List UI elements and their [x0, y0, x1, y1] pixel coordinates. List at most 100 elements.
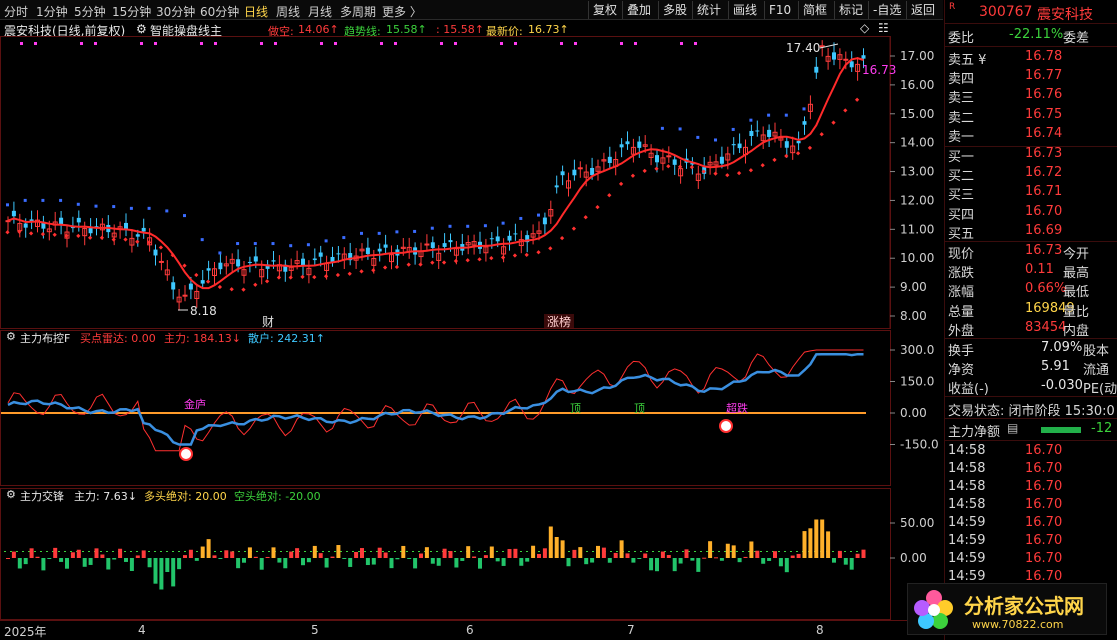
- panel3-chart[interactable]: 50.00 0.00: [0, 488, 943, 620]
- dotted-guide: [520, 551, 522, 552]
- volume-bar: [596, 545, 600, 558]
- dotted-guide: [430, 551, 432, 552]
- period-daily[interactable]: 日线: [244, 3, 268, 20]
- volume-bar: [572, 549, 577, 558]
- back-button[interactable]: 返回: [906, 1, 939, 19]
- resistance-dot: [377, 231, 381, 235]
- panel2-chart[interactable]: 300.0 150.0 0.00 -150.0 金庐 顶 顶 超跌: [0, 330, 943, 486]
- resistance-dot: [59, 198, 63, 202]
- period-1min[interactable]: 1分钟: [36, 3, 68, 20]
- x-tick: 2025年: [4, 625, 47, 639]
- period-60min[interactable]: 60分钟: [200, 3, 239, 20]
- multi-stock-button[interactable]: 多股: [658, 1, 691, 19]
- simple-frame-button[interactable]: 简框: [798, 1, 831, 19]
- dotted-guide: [778, 551, 780, 552]
- dotted-guide: [280, 551, 282, 552]
- support-dot: [772, 157, 777, 163]
- list-icon[interactable]: ▤: [1007, 421, 1018, 435]
- volume-bar: [289, 551, 294, 558]
- volume-bar: [495, 558, 500, 562]
- support-dot: [40, 232, 46, 237]
- dotted-guide: [304, 551, 306, 552]
- volume-bar: [448, 551, 453, 558]
- dotted-guide: [676, 551, 678, 552]
- candle-body: [377, 248, 382, 252]
- dotted-guide: [136, 551, 138, 552]
- draw-line-button[interactable]: 画线: [728, 1, 761, 19]
- dotted-guide: [166, 551, 168, 552]
- volume-bar: [855, 553, 860, 558]
- stats-row: 外盘 83454 内盘: [948, 319, 1090, 339]
- volume-bar: [601, 547, 606, 558]
- volume-bar: [100, 554, 105, 558]
- stats-button[interactable]: 统计: [692, 1, 725, 19]
- volume-bar: [537, 553, 541, 558]
- support-dot: [489, 255, 494, 261]
- dotted-guide: [454, 551, 456, 552]
- self-select-button[interactable]: -自选: [868, 1, 905, 19]
- period-15min[interactable]: 15分钟: [112, 3, 151, 20]
- volume-bar: [336, 545, 341, 558]
- volume-bar: [35, 556, 40, 558]
- gear-icon[interactable]: ⚙: [136, 22, 147, 36]
- y-tick-label: 8.00: [900, 309, 927, 323]
- period-5min[interactable]: 5分钟: [74, 3, 106, 20]
- volume-bar: [301, 558, 305, 566]
- period-multi[interactable]: 多周期: [340, 3, 376, 20]
- support-dot: [819, 132, 824, 137]
- support-dot: [406, 262, 411, 267]
- volume-bar: [619, 540, 624, 558]
- period-30min[interactable]: 30分钟: [156, 3, 195, 20]
- dotted-guide: [4, 551, 6, 552]
- candle-body: [188, 283, 193, 290]
- candle-body: [424, 243, 430, 246]
- top-marker-dot: [20, 42, 23, 45]
- period-monthly[interactable]: 月线: [308, 3, 332, 20]
- candle-body: [236, 259, 241, 267]
- dotted-guide: [568, 551, 570, 552]
- y-tick-label: 14.00: [900, 136, 934, 150]
- top-marker-dot: [214, 42, 217, 45]
- resistance-dot: [218, 251, 222, 255]
- volume-bar: [460, 558, 465, 561]
- candle-body: [11, 210, 16, 217]
- overlay-button[interactable]: 叠加: [622, 1, 655, 19]
- volume-bar: [354, 551, 359, 558]
- volume-bar: [560, 540, 565, 558]
- support-dot: [477, 257, 482, 262]
- dotted-guide: [322, 551, 324, 552]
- dotted-guide: [388, 551, 390, 552]
- support-dot: [807, 145, 813, 150]
- dotted-guide: [766, 551, 768, 552]
- dotted-guide: [358, 551, 360, 552]
- dotted-guide: [586, 551, 588, 552]
- period-weekly[interactable]: 周线: [276, 3, 300, 20]
- f10-button[interactable]: F10: [764, 1, 795, 19]
- resistance-dot: [165, 209, 169, 213]
- support-dot: [300, 274, 305, 280]
- kline-chart[interactable]: 17.00 16.00 15.00 14.00 13.00 12.00 11.00 10.00…: [0, 36, 943, 329]
- candle-body: [737, 143, 742, 149]
- top-marker-dot: [394, 42, 397, 45]
- volume-bar: [236, 558, 241, 569]
- net-amount-row[interactable]: 主力净额 ▤ -12: [945, 421, 1117, 440]
- bids-row: 买五 16.69: [948, 222, 1063, 242]
- dotted-guide: [712, 551, 714, 552]
- dotted-guide: [724, 551, 726, 552]
- period-more[interactable]: 更多 〉: [382, 3, 422, 20]
- period-fenshi[interactable]: 分时: [4, 3, 28, 20]
- dotted-guide: [58, 551, 60, 552]
- top-marker-dot: [634, 42, 637, 45]
- volume-bar: [23, 558, 28, 565]
- chart-menu-icon[interactable]: ☷: [878, 21, 889, 35]
- support-dot: [736, 171, 742, 176]
- volume-bar: [242, 558, 246, 563]
- dotted-guide: [82, 551, 84, 552]
- dotted-guide: [640, 551, 642, 552]
- volume-bar: [684, 549, 689, 558]
- volume-bar: [814, 519, 819, 558]
- fuquan-button[interactable]: 复权: [588, 1, 621, 19]
- mark-button[interactable]: 标记: [834, 1, 867, 19]
- support-dot: [323, 274, 329, 279]
- diamond-icon[interactable]: ◇: [860, 21, 869, 35]
